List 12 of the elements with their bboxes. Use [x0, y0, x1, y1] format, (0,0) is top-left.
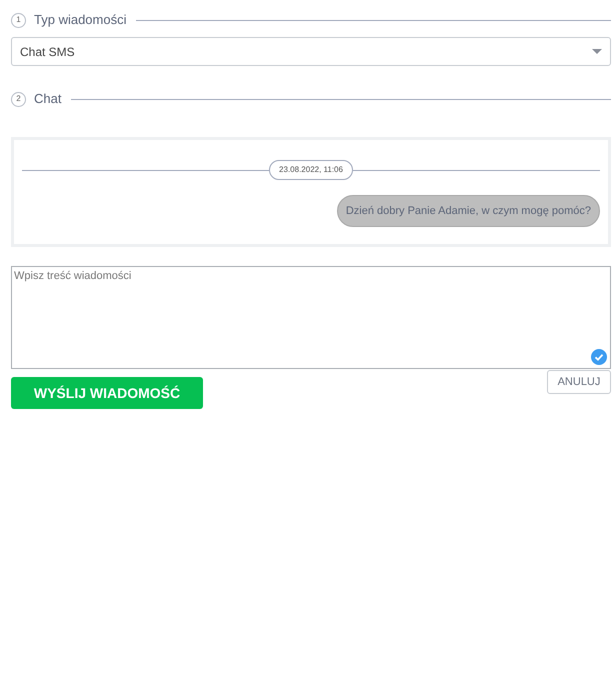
- step-number: 1: [11, 12, 26, 28]
- caret-icon: [592, 48, 602, 54]
- date-label: 23.08.2022, 11:06: [269, 160, 353, 180]
- step-title: Chat: [34, 90, 62, 108]
- send-button[interactable]: WYŚLIJ WIADOMOŚĆ: [11, 377, 203, 409]
- message-input[interactable]: Wpisz treść wiadomości: [11, 266, 611, 369]
- message-bubble: Dzień dobry Panie Adamie, w czym mogę pomóc?: [336, 195, 600, 227]
- select-value: Chat SMS: [20, 44, 75, 60]
- step-title: Typ wiadomości: [34, 11, 126, 30]
- cancel-button[interactable]: ANULUJ: [547, 370, 611, 394]
- message-type-select[interactable]: Chat SMS: [11, 37, 611, 66]
- step-number: 2: [11, 92, 26, 106]
